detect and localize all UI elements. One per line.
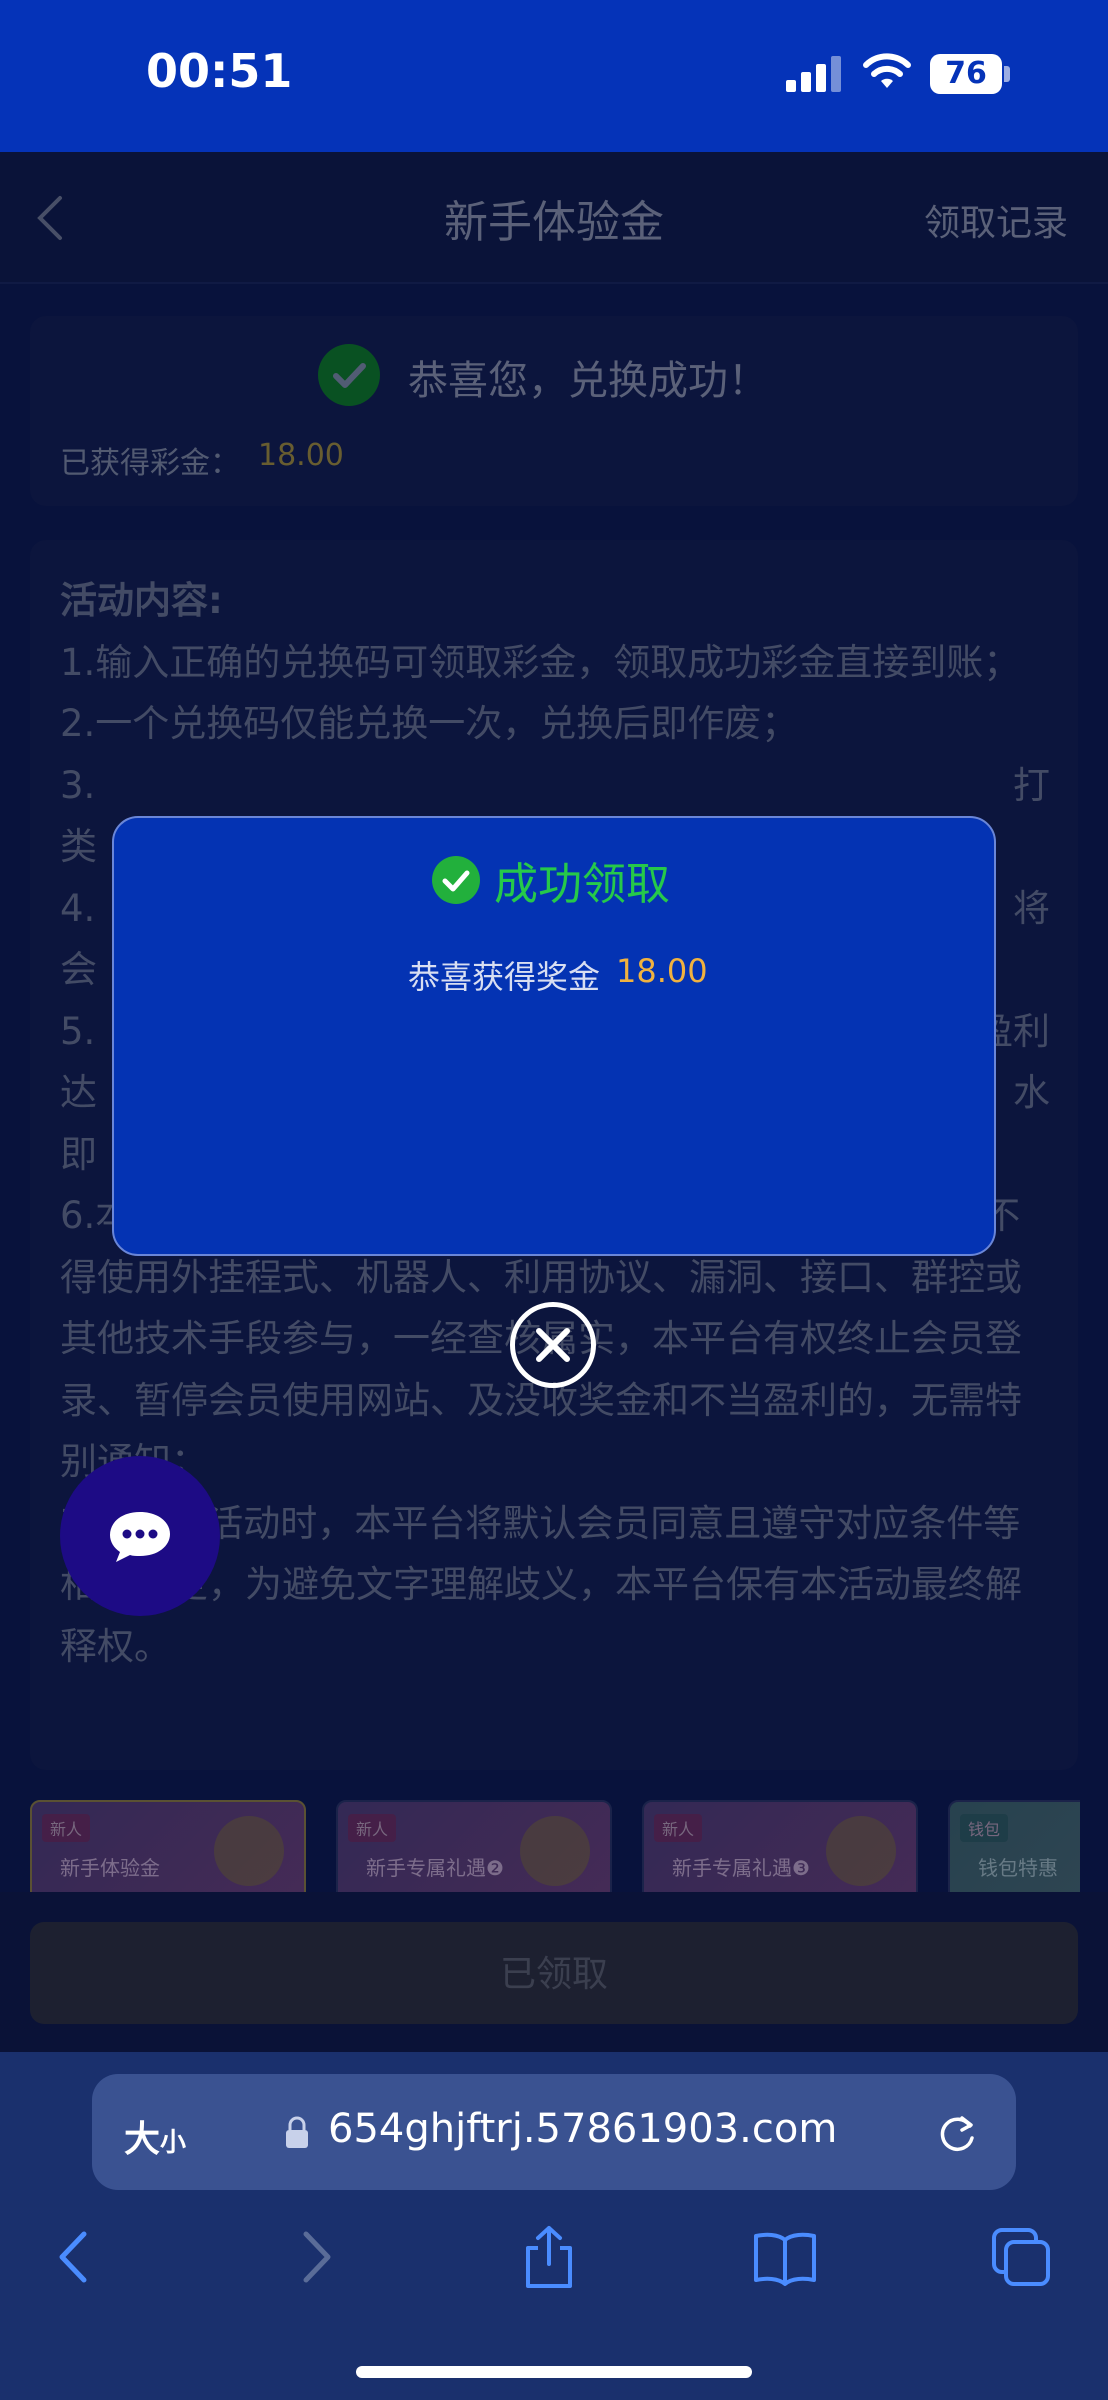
battery-icon: 76 bbox=[930, 54, 1002, 94]
modal-amount: 18.00 bbox=[616, 952, 708, 990]
chat-icon bbox=[110, 1512, 170, 1562]
close-modal-button[interactable] bbox=[510, 1302, 596, 1388]
bookmarks-icon[interactable] bbox=[750, 2222, 820, 2292]
url-text: 654ghjftrj.57861903.com bbox=[328, 2106, 838, 2152]
cellular-signal-icon bbox=[786, 56, 842, 92]
modal-title: 成功领取 bbox=[494, 859, 670, 910]
lock-icon bbox=[286, 2116, 308, 2148]
share-icon[interactable] bbox=[514, 2222, 584, 2292]
text-size-button[interactable]: 大小 bbox=[124, 2110, 186, 2162]
modal-message: 恭喜获得奖金 bbox=[408, 958, 601, 996]
check-circle-icon bbox=[432, 856, 480, 904]
back-icon[interactable] bbox=[40, 2222, 110, 2292]
close-icon bbox=[536, 1328, 570, 1362]
forward-icon[interactable] bbox=[280, 2222, 350, 2292]
reload-icon[interactable] bbox=[932, 2108, 982, 2158]
home-indicator bbox=[356, 2366, 752, 2378]
battery-tip bbox=[1004, 66, 1010, 82]
status-time: 00:51 bbox=[146, 44, 293, 98]
wifi-icon bbox=[863, 53, 911, 88]
tabs-icon[interactable] bbox=[986, 2222, 1056, 2292]
